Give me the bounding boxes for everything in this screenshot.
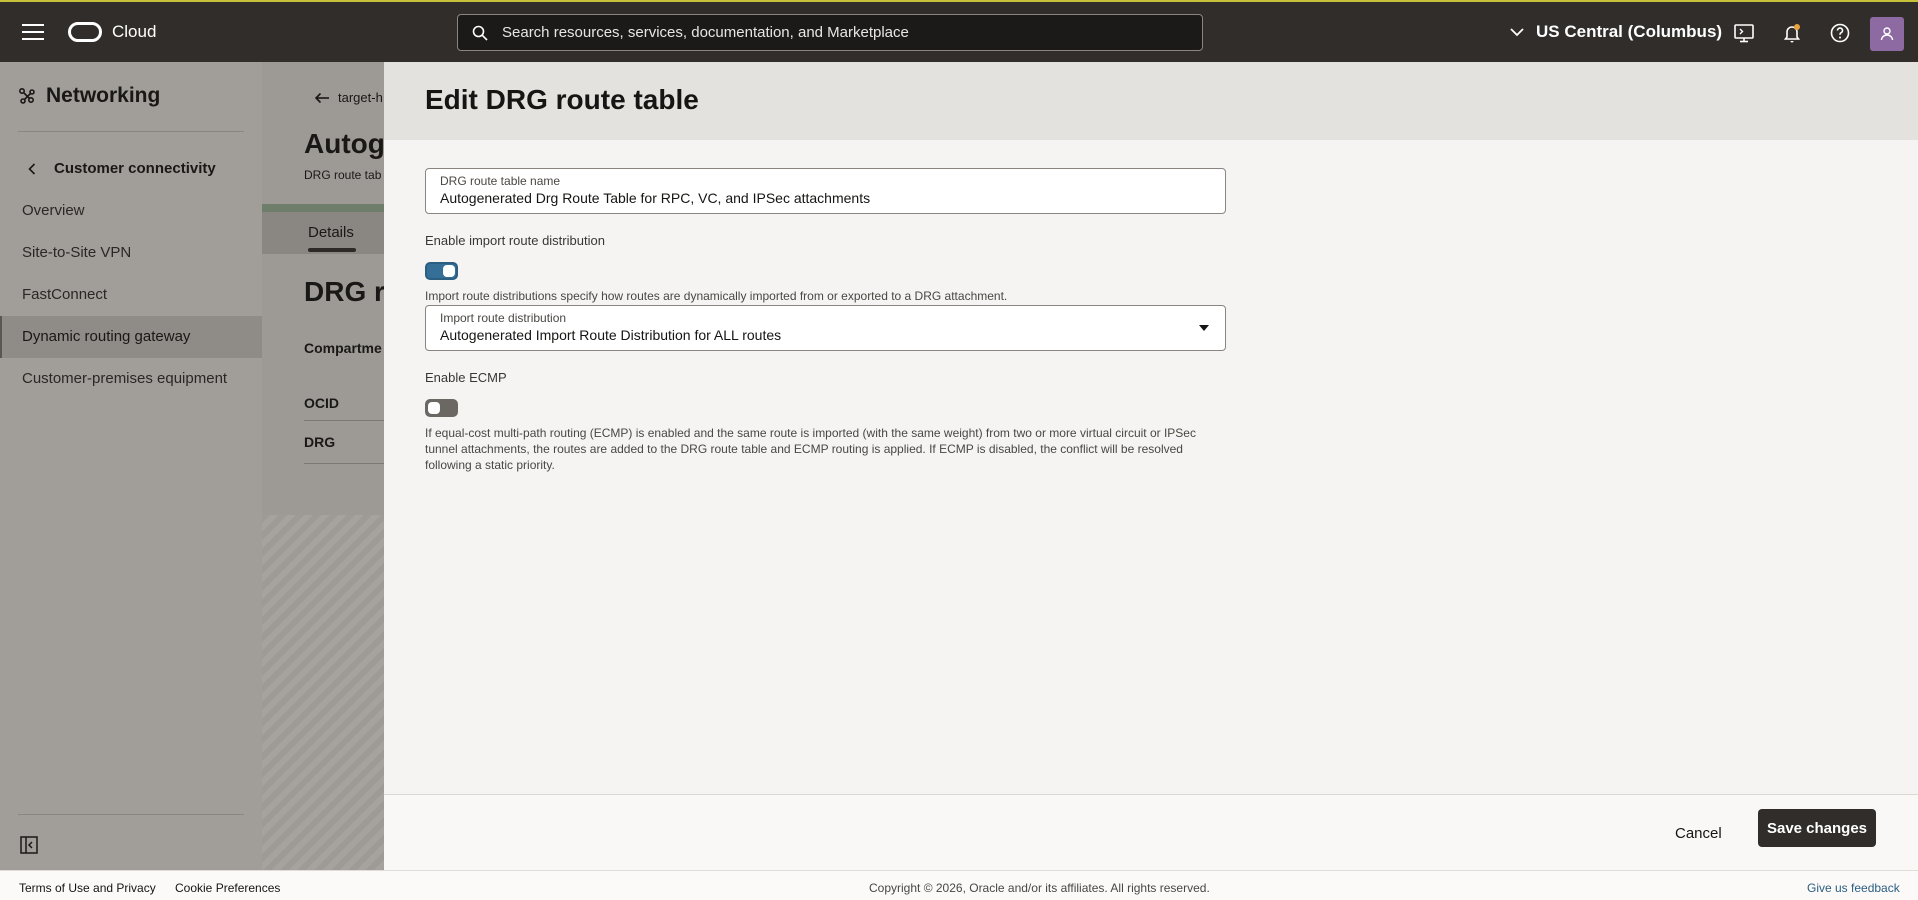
help-icon[interactable] bbox=[1829, 22, 1851, 44]
enable-import-toggle[interactable] bbox=[425, 262, 458, 280]
back-label: Customer connectivity bbox=[54, 160, 216, 177]
background-page: target-h Autog DRG route tab Details DRG… bbox=[262, 62, 384, 870]
oracle-logo[interactable] bbox=[68, 22, 102, 42]
sidebar: Networking Customer connectivity Overvie… bbox=[0, 62, 262, 870]
divider bbox=[304, 420, 384, 421]
divider bbox=[304, 463, 384, 464]
search-icon bbox=[472, 25, 488, 41]
sidebar-item-dynamic-routing-gateway[interactable]: Dynamic routing gateway bbox=[0, 316, 262, 358]
cloud-shell-icon[interactable] bbox=[1733, 22, 1755, 44]
cancel-button[interactable]: Cancel bbox=[1667, 815, 1730, 851]
tab-underline bbox=[308, 248, 356, 252]
background-back-link: target-h bbox=[314, 90, 383, 105]
background-field-compartment: Compartme bbox=[304, 340, 382, 356]
copyright-text: Copyright © 2026, Oracle and/or its affi… bbox=[869, 881, 1210, 895]
background-back-label: target-h bbox=[338, 90, 383, 105]
route-table-name-label: DRG route table name bbox=[440, 174, 561, 188]
terms-link[interactable]: Terms of Use and Privacy bbox=[19, 881, 156, 895]
background-texture bbox=[262, 515, 384, 870]
caret-down-icon bbox=[1199, 325, 1209, 331]
search-box[interactable] bbox=[457, 14, 1203, 51]
bell-icon[interactable] bbox=[1781, 22, 1803, 44]
back-customer-connectivity[interactable]: Customer connectivity bbox=[28, 160, 216, 177]
collapse-sidebar-icon[interactable] bbox=[20, 836, 38, 854]
route-table-name-input[interactable] bbox=[440, 190, 1210, 206]
feedback-link[interactable]: Give us feedback bbox=[1807, 881, 1900, 895]
import-route-distribution-label: Import route distribution bbox=[440, 311, 567, 325]
networking-icon bbox=[18, 87, 35, 104]
menu-icon[interactable] bbox=[22, 24, 44, 40]
chevron-down-icon bbox=[1510, 27, 1524, 36]
arrow-left-icon bbox=[314, 92, 329, 103]
sidebar-item-overview[interactable]: Overview bbox=[0, 190, 262, 232]
import-route-distribution-select[interactable]: Import route distribution Autogenerated … bbox=[425, 305, 1226, 351]
enable-ecmp-toggle[interactable] bbox=[425, 399, 458, 417]
panel-footer: Cancel Save changes bbox=[384, 794, 1918, 870]
background-field-drg: DRG bbox=[304, 434, 336, 450]
save-changes-button[interactable]: Save changes bbox=[1758, 809, 1876, 847]
avatar[interactable] bbox=[1870, 17, 1904, 51]
background-tab-details: Details bbox=[308, 224, 354, 241]
region-selector[interactable]: US Central (Columbus) bbox=[1510, 22, 1722, 42]
brand-label: Cloud bbox=[112, 22, 157, 41]
ecmp-help-text: If equal-cost multi-path routing (ECMP) … bbox=[425, 426, 1196, 472]
search-input[interactable] bbox=[502, 15, 1192, 50]
sidebar-item-site-to-site-vpn[interactable]: Site-to-Site VPN bbox=[0, 232, 262, 274]
enable-import-label: Enable import route distribution bbox=[425, 233, 605, 248]
background-section-title: DRG r bbox=[304, 276, 384, 307]
panel-title: Edit DRG route table bbox=[425, 84, 699, 115]
divider bbox=[18, 131, 244, 132]
sidebar-title-label: Networking bbox=[46, 84, 161, 107]
region-label: US Central (Columbus) bbox=[1536, 22, 1723, 41]
import-route-distribution-value: Autogenerated Import Route Distribution … bbox=[440, 327, 782, 343]
enable-ecmp-label: Enable ECMP bbox=[425, 370, 507, 385]
background-subtitle: DRG route tab bbox=[304, 168, 382, 182]
route-table-name-field[interactable]: DRG route table name bbox=[425, 168, 1226, 214]
divider bbox=[18, 814, 244, 815]
import-help-text: Import route distributions specify how r… bbox=[425, 289, 1008, 303]
chevron-left-icon bbox=[28, 162, 36, 175]
cookie-preferences-link[interactable]: Cookie Preferences bbox=[175, 881, 280, 895]
top-header: Cloud US Central (Columbus) bbox=[0, 0, 1918, 62]
background-title: Autog bbox=[304, 128, 384, 159]
sidebar-item-fastconnect[interactable]: FastConnect bbox=[0, 274, 262, 316]
sidebar-item-customer-premises-equipment[interactable]: Customer-premises equipment bbox=[0, 358, 262, 400]
sidebar-title: Networking bbox=[18, 84, 160, 108]
user-icon bbox=[1880, 27, 1894, 41]
page-footer: Terms of Use and Privacy Cookie Preferen… bbox=[0, 870, 1918, 900]
panel-header: Edit DRG route table bbox=[384, 62, 1918, 140]
background-field-ocid: OCID bbox=[304, 395, 339, 411]
edit-drg-route-table-panel: Edit DRG route table DRG route table nam… bbox=[384, 62, 1918, 870]
